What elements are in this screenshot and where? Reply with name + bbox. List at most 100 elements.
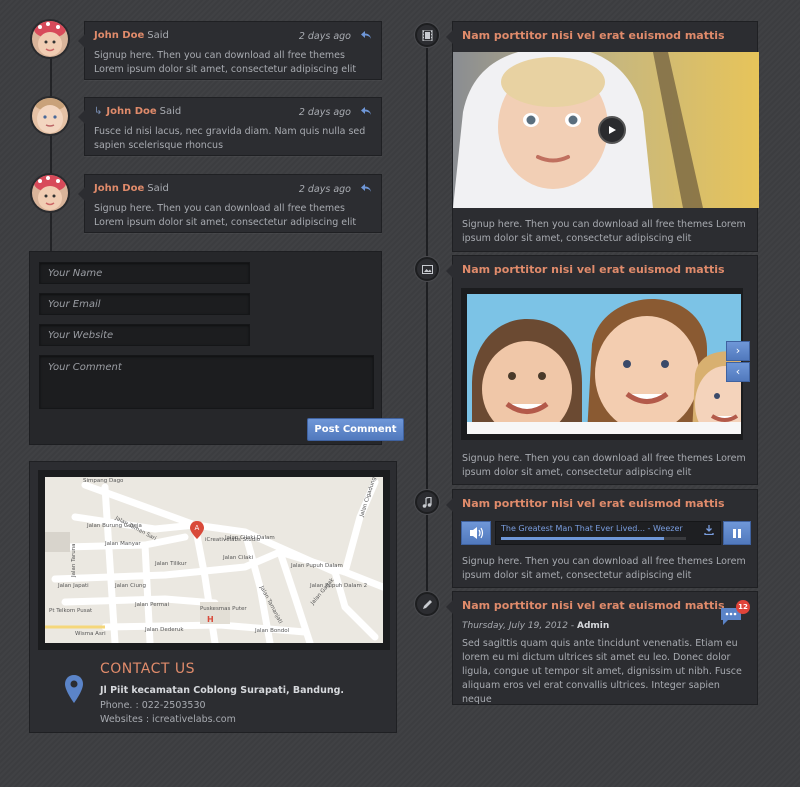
video-player[interactable] — [453, 52, 759, 208]
comment-author[interactable]: John Doe — [106, 106, 156, 117]
comment-said: Said — [159, 106, 182, 117]
progress-bar[interactable] — [501, 537, 686, 540]
image-slider[interactable] — [461, 288, 755, 442]
volume-button[interactable] — [461, 521, 491, 545]
svg-text:A: A — [195, 524, 200, 532]
post-title[interactable]: Nam porttitor nisi vel erat euismod matt… — [462, 263, 725, 276]
comment-date: 2 days ago — [298, 107, 351, 118]
post-text: Sed sagittis quam quis ante tincidunt ve… — [462, 638, 742, 705]
comment-text: Signup here. Then you can download all f… — [94, 203, 357, 228]
website-field[interactable] — [39, 324, 250, 346]
comment-header: John Doe Said — [94, 183, 169, 194]
speaker-icon — [470, 527, 484, 539]
hospital-icon: H — [207, 615, 214, 624]
comment-item: John Doe Said 2 days ago Signup here. The… — [78, 21, 382, 80]
map-label: Jalan Japati — [57, 583, 89, 589]
avatar — [30, 173, 70, 213]
comment-header: John Doe Said — [94, 30, 169, 41]
map-label: Jalan Taruna — [71, 543, 77, 578]
contact-website[interactable]: Websites : icreativelabs.com — [100, 714, 236, 725]
comment-text: Signup here. Then you can download all f… — [94, 50, 357, 75]
post-title[interactable]: Nam porttitor nisi vel erat euismod matt… — [462, 599, 725, 612]
post-title[interactable]: Nam porttitor nisi vel erat euismod matt… — [462, 29, 725, 42]
film-icon — [422, 29, 432, 41]
comment-item: ↳ John Doe Said 2 days ago Fusce id nisi l… — [78, 97, 382, 156]
timeline-dot — [415, 23, 439, 47]
progress-fill — [501, 537, 664, 540]
comment-field[interactable] — [39, 355, 374, 409]
comment-said: Said — [147, 183, 169, 194]
map-frame: Jalan Taman Sari Jalan Burung Gereja Jal… — [38, 470, 390, 650]
comment-said: Said — [147, 30, 169, 41]
post-author[interactable]: Admin — [577, 621, 609, 631]
pen-icon — [422, 599, 432, 609]
timeline-dot — [415, 592, 439, 616]
slider-prev-button[interactable]: ‹ — [726, 362, 750, 382]
track-title: The Greatest Man That Ever Lived... - We… — [501, 524, 683, 533]
timeline-post: Nam porttitor nisi vel erat euismod matt… — [446, 489, 758, 588]
play-icon — [609, 126, 616, 134]
map-label: Wisma Asri — [75, 631, 106, 637]
map-label: Jalan Permai — [134, 602, 170, 608]
download-icon[interactable] — [704, 525, 714, 535]
map-label: Jalan Cigadung — [359, 477, 378, 519]
slider-next-button[interactable]: › — [726, 341, 750, 361]
pause-button[interactable] — [723, 521, 751, 545]
location-pin-icon — [65, 675, 83, 703]
comment-header: ↳ John Doe Said — [94, 106, 181, 117]
contact-phone: Phone. : 022-2503530 — [100, 700, 206, 711]
map-label: Jalan Cilaki — [222, 555, 254, 561]
map-marker-icon[interactable]: A — [190, 521, 204, 539]
comment-text: Fusce id nisi lacus, nec gravida diam. N… — [94, 126, 366, 151]
name-field[interactable] — [39, 262, 250, 284]
pause-icon — [733, 529, 741, 538]
timeline-post: Nam porttitor nisi vel erat euismod matt… — [446, 21, 759, 252]
avatar — [30, 19, 70, 59]
map-label: Jalan Manyar — [104, 541, 141, 547]
reply-icon[interactable] — [360, 105, 372, 117]
post-date: Thursday, July 19, 2012 — [462, 621, 568, 631]
map-label: Puskesmas Puter — [200, 606, 247, 612]
map-label: Jalan Dederuk — [144, 627, 184, 633]
post-meta-separator: - — [568, 621, 577, 631]
post-title[interactable]: Nam porttitor nisi vel erat euismod matt… — [462, 497, 725, 510]
contact-address: Jl Piit kecamatan Coblong Surapati, Band… — [100, 685, 345, 696]
map[interactable]: Jalan Taman Sari Jalan Burung Gereja Jal… — [45, 477, 383, 643]
map-label: iCreativelabs Studio — [205, 537, 261, 543]
music-icon — [422, 496, 432, 508]
post-text: Signup here. Then you can download all f… — [462, 219, 746, 244]
contact-panel: Jalan Taman Sari Jalan Burung Gereja Jal… — [29, 461, 397, 733]
map-label: Jalan Pupuh Dalam — [290, 563, 343, 569]
map-label: Jalan Tilikur — [154, 561, 187, 567]
contact-title: CONTACT US — [100, 661, 195, 677]
comment-date: 2 days ago — [298, 184, 351, 195]
post-text: Signup here. Then you can download all f… — [462, 453, 746, 478]
comment-author[interactable]: John Doe — [94, 30, 144, 41]
map-label: Pt Telkom Pusat — [49, 608, 93, 614]
timeline-post: Nam porttitor nisi vel erat euismod matt… — [446, 255, 758, 485]
map-label: Simpang Dago — [83, 478, 124, 484]
post-comment-button[interactable]: Post Comment — [307, 418, 404, 441]
timeline-dot — [415, 490, 439, 514]
map-label: Jalan Burung Gereja — [86, 523, 142, 529]
timeline-line — [426, 34, 428, 604]
image-icon — [421, 264, 433, 274]
comment-form: Post Comment — [29, 251, 404, 445]
map-label: Jalan Ciung — [114, 583, 146, 589]
comment-item: John Doe Said 2 days ago Signup here. The… — [78, 174, 382, 233]
play-button[interactable] — [598, 116, 626, 144]
avatar — [30, 96, 70, 136]
map-label: Jalan Bondol — [254, 628, 290, 634]
comments-count-button[interactable]: 12 — [719, 600, 750, 626]
audio-track[interactable]: The Greatest Man That Ever Lived... - We… — [495, 521, 721, 545]
comment-author[interactable]: John Doe — [94, 183, 144, 194]
map-label: Jalan Gagak — [309, 577, 336, 607]
email-field[interactable] — [39, 293, 250, 315]
reply-icon[interactable] — [360, 182, 372, 194]
reply-icon[interactable] — [360, 29, 372, 41]
timeline-post: Nam porttitor nisi vel erat euismod matt… — [446, 591, 758, 705]
timeline-dot — [415, 257, 439, 281]
post-text: Signup here. Then you can download all f… — [462, 556, 746, 581]
subreply-icon: ↳ — [94, 106, 103, 117]
post-meta: Thursday, July 19, 2012 - Admin — [462, 621, 609, 631]
